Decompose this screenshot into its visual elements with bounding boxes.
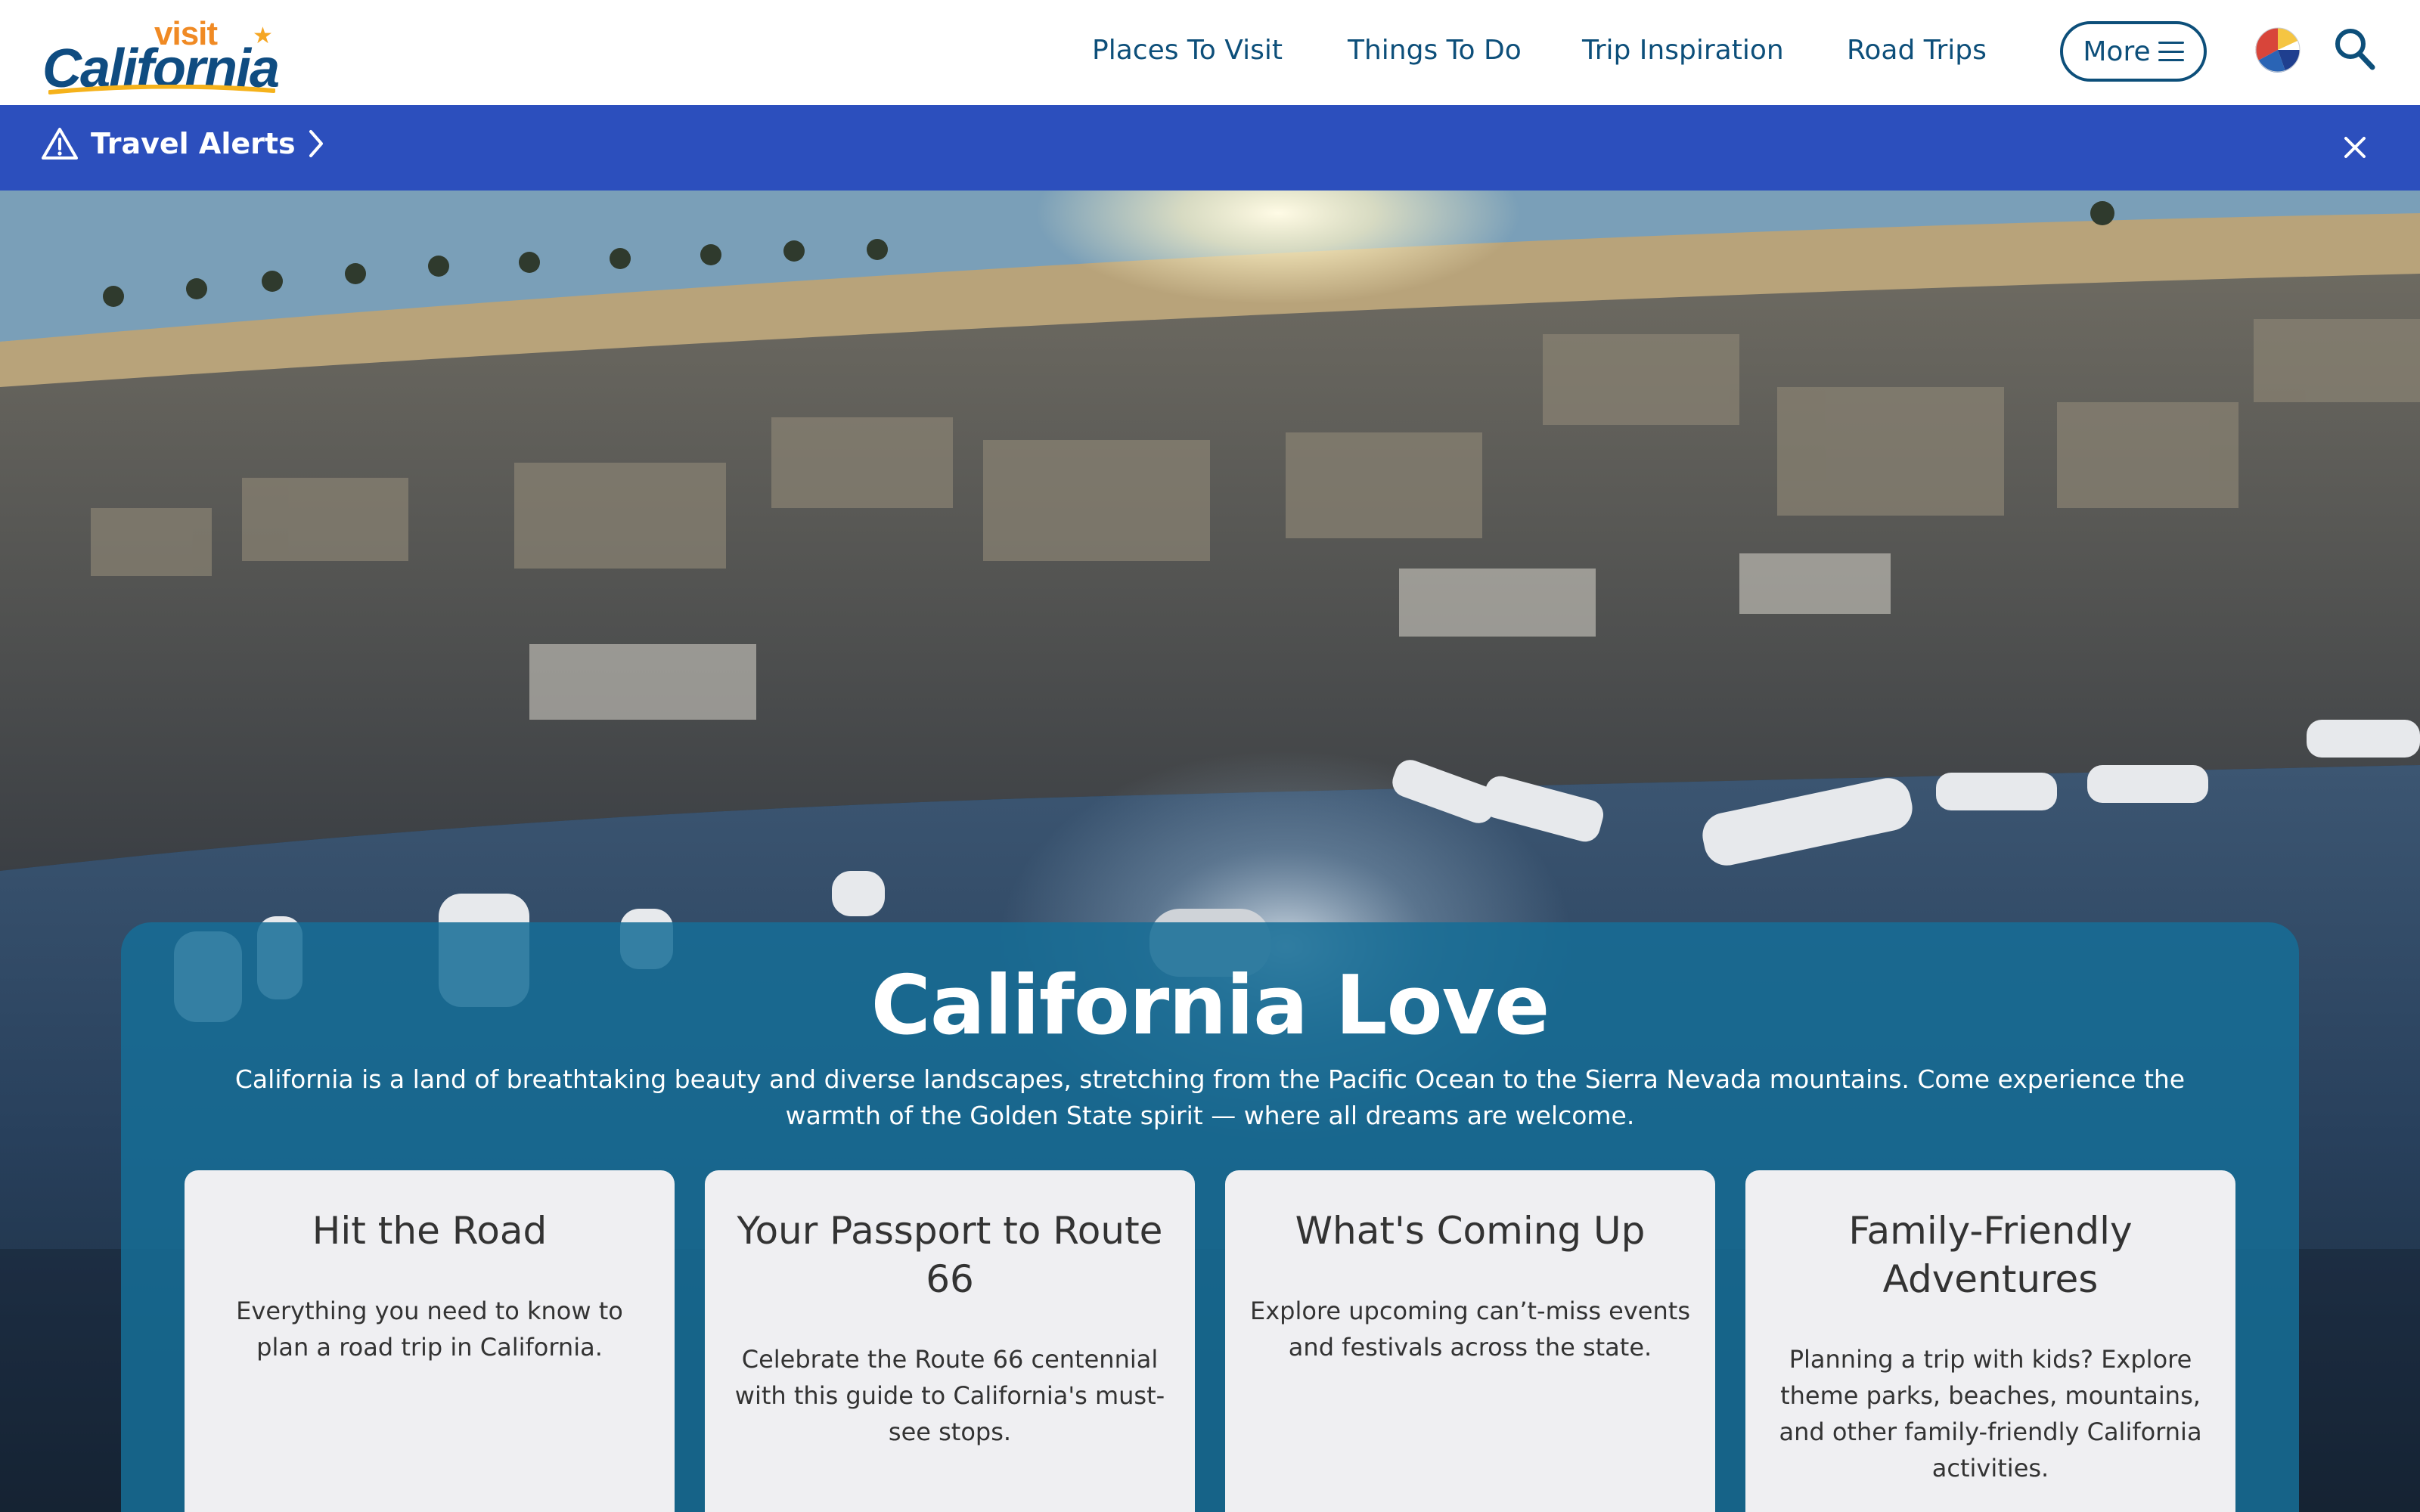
card-description: Celebrate the Route 66 centennial with t… <box>734 1345 1165 1446</box>
card-title: Your Passport to Route 66 <box>737 1209 1163 1301</box>
card-description: Everything you need to know to plan a ro… <box>236 1297 623 1362</box>
travel-alerts-link[interactable]: Travel Alerts <box>41 126 324 161</box>
nav-trip-inspiration[interactable]: Trip Inspiration <box>1582 35 1784 66</box>
card-route-66[interactable]: Your Passport to Route 66 Celebrate the … <box>705 1170 1195 1512</box>
card-title: Hit the Road <box>312 1209 548 1253</box>
more-label: More <box>2083 36 2151 67</box>
search-icon[interactable] <box>2334 27 2376 71</box>
beach-ball-icon[interactable] <box>2255 27 2301 73</box>
nav-places-to-visit[interactable]: Places To Visit <box>1092 35 1283 66</box>
close-icon[interactable] <box>2338 131 2372 164</box>
hamburger-icon <box>2158 42 2184 61</box>
travel-alert-bar: Travel Alerts <box>0 105 2420 191</box>
site-header: visit ★ California Places To Visit Thing… <box>0 0 2420 105</box>
logo-swoosh-icon <box>48 85 275 94</box>
chevron-right-icon <box>309 130 323 157</box>
nav-road-trips[interactable]: Road Trips <box>1847 35 1987 66</box>
warning-triangle-icon <box>42 128 78 160</box>
card-title: Family-Friendly Adventures <box>1848 1209 2133 1301</box>
card-family-friendly[interactable]: Family-Friendly Adventures Planning a tr… <box>1745 1170 2235 1512</box>
travel-alerts-label: Travel Alerts <box>91 127 296 160</box>
card-description: Planning a trip with kids? Explore theme… <box>1779 1345 2202 1483</box>
card-whats-coming-up[interactable]: What's Coming Up Explore upcoming can’t-… <box>1225 1170 1715 1512</box>
hero-info-panel: California Love California is a land of … <box>121 922 2299 1512</box>
more-menu-button[interactable]: More <box>2060 21 2207 82</box>
card-hit-the-road[interactable]: Hit the Road Everything you need to know… <box>185 1170 675 1512</box>
visit-california-logo[interactable]: visit ★ California <box>35 15 284 99</box>
hero-description: California is a land of breathtaking bea… <box>234 1064 2186 1130</box>
hero-title: California Love <box>870 959 1550 1053</box>
card-title: What's Coming Up <box>1295 1209 1646 1253</box>
card-description: Explore upcoming can’t-miss events and f… <box>1250 1297 1690 1362</box>
hero-video-background: California Love California is a land of … <box>0 191 2420 1512</box>
nav-things-to-do[interactable]: Things To Do <box>1348 35 1522 66</box>
